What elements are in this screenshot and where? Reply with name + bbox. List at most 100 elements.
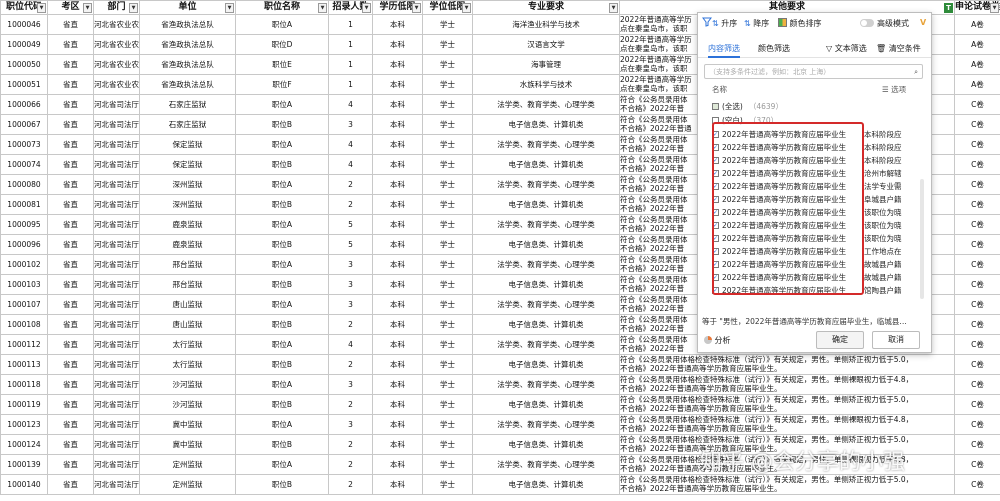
cell-position[interactable]: 职位A bbox=[235, 254, 329, 275]
advanced-mode-toggle[interactable] bbox=[860, 19, 874, 27]
cell-department[interactable]: 河北省司法厅 bbox=[93, 214, 140, 235]
cell-major[interactable]: 法学类、教育学类、心理学类 bbox=[472, 334, 620, 355]
cell-department[interactable]: 河北省司法厅 bbox=[93, 154, 140, 175]
cell-position[interactable]: 职位B bbox=[235, 474, 329, 495]
cell-code[interactable]: 1000102 bbox=[0, 254, 48, 275]
cell-area[interactable]: 省直 bbox=[47, 214, 94, 235]
cell-degree[interactable]: 学士 bbox=[422, 214, 473, 235]
cell-position[interactable]: 职位B bbox=[235, 154, 329, 175]
filter-dropdown-icon[interactable]: ▼ bbox=[609, 3, 618, 13]
cell-area[interactable]: 省直 bbox=[47, 454, 94, 475]
cell-major[interactable]: 电子信息类、计算机类 bbox=[472, 234, 620, 255]
checkbox-checked[interactable]: ✓ bbox=[712, 144, 719, 151]
color-sort-button[interactable]: 颜色排序 bbox=[778, 18, 822, 29]
cell-degree[interactable]: 学士 bbox=[422, 54, 473, 75]
cell-unit[interactable]: 石家庄监狱 bbox=[139, 94, 236, 115]
cell-degree[interactable]: 学士 bbox=[422, 114, 473, 135]
cell-count[interactable]: 3 bbox=[328, 294, 373, 315]
list-item[interactable]: ✓ 2022年普通高等学历教育应届毕业生 沧州市解辖 bbox=[704, 168, 916, 180]
checkbox-checked[interactable]: ✓ bbox=[712, 157, 719, 164]
column-header[interactable]: 部门 ▼ bbox=[93, 0, 140, 15]
cell-count[interactable]: 4 bbox=[328, 94, 373, 115]
cell-count[interactable]: 4 bbox=[328, 134, 373, 155]
cell-department[interactable]: 河北省司法厅 bbox=[93, 174, 140, 195]
checkbox-checked[interactable]: ✓ bbox=[712, 222, 719, 229]
cell-unit[interactable]: 省渔政执法总队 bbox=[139, 34, 236, 55]
cell-major[interactable]: 水族科学与技术 bbox=[472, 74, 620, 95]
filter-dropdown-icon[interactable]: ▼ bbox=[990, 3, 999, 13]
cell-education[interactable]: 本科 bbox=[372, 194, 423, 215]
cell-unit[interactable]: 深州监狱 bbox=[139, 174, 236, 195]
cell-paper-type[interactable]: C卷 bbox=[954, 434, 1000, 455]
text-filter-button[interactable]: ▽ 文本筛选 bbox=[826, 43, 867, 54]
cell-department[interactable]: 河北省司法厅 bbox=[93, 374, 140, 395]
cell-major[interactable]: 电子信息类、计算机类 bbox=[472, 434, 620, 455]
cell-paper-type[interactable]: C卷 bbox=[954, 374, 1000, 395]
cell-code[interactable]: 1000051 bbox=[0, 74, 48, 95]
list-item[interactable]: ✓ 2022年普通高等学历教育应届毕业生 阜城县户籍 bbox=[704, 194, 916, 206]
cell-education[interactable]: 本科 bbox=[372, 54, 423, 75]
cell-unit[interactable]: 省渔政执法总队 bbox=[139, 54, 236, 75]
cell-code[interactable]: 1000050 bbox=[0, 54, 48, 75]
cell-position[interactable]: 职位B bbox=[235, 194, 329, 215]
tab-color-filter[interactable]: 颜色筛选 bbox=[758, 43, 790, 54]
cell-position[interactable]: 职位A bbox=[235, 454, 329, 475]
cell-position[interactable]: 职位B bbox=[235, 354, 329, 375]
cell-degree[interactable]: 学士 bbox=[422, 254, 473, 275]
cell-code[interactable]: 1000124 bbox=[0, 434, 48, 455]
cell-count[interactable]: 1 bbox=[328, 74, 373, 95]
cell-education[interactable]: 本科 bbox=[372, 314, 423, 335]
cell-major[interactable]: 海洋渔业科学与技术 bbox=[472, 14, 620, 35]
filter-active-icon[interactable]: T bbox=[944, 3, 953, 13]
cell-count[interactable]: 2 bbox=[328, 174, 373, 195]
cell-area[interactable]: 省直 bbox=[47, 314, 94, 335]
cell-paper-type[interactable]: A卷 bbox=[954, 34, 1000, 55]
cell-code[interactable]: 1000081 bbox=[0, 194, 48, 215]
cell-unit[interactable]: 冀中监狱 bbox=[139, 434, 236, 455]
cell-count[interactable]: 2 bbox=[328, 394, 373, 415]
cell-position[interactable]: 职位D bbox=[235, 34, 329, 55]
cell-count[interactable]: 2 bbox=[328, 194, 373, 215]
cell-area[interactable]: 省直 bbox=[47, 354, 94, 375]
cell-education[interactable]: 本科 bbox=[372, 34, 423, 55]
checkbox-checked[interactable]: ✓ bbox=[712, 196, 719, 203]
cell-unit[interactable]: 鹿泉监狱 bbox=[139, 214, 236, 235]
cell-major[interactable]: 法学类、教育学类、心理学类 bbox=[472, 294, 620, 315]
cell-area[interactable]: 省直 bbox=[47, 154, 94, 175]
cell-area[interactable]: 省直 bbox=[47, 114, 94, 135]
cell-education[interactable]: 本科 bbox=[372, 434, 423, 455]
cell-code[interactable]: 1000074 bbox=[0, 154, 48, 175]
cell-education[interactable]: 本科 bbox=[372, 254, 423, 275]
cell-major[interactable]: 海事管理 bbox=[472, 54, 620, 75]
cell-department[interactable]: 河北省司法厅 bbox=[93, 294, 140, 315]
filter-dropdown-icon[interactable]: ▼ bbox=[462, 3, 471, 13]
cell-major[interactable]: 法学类、教育学类、心理学类 bbox=[472, 134, 620, 155]
cell-count[interactable]: 2 bbox=[328, 314, 373, 335]
cell-unit[interactable]: 沙河监狱 bbox=[139, 394, 236, 415]
ok-button[interactable]: 确定 bbox=[816, 331, 864, 349]
checkbox-checked[interactable]: ✓ bbox=[712, 235, 719, 242]
cell-position[interactable]: 职位A bbox=[235, 14, 329, 35]
list-item[interactable]: ✓ 2022年普通高等学历教育应届毕业生 本科阶段应 bbox=[704, 129, 916, 141]
cell-area[interactable]: 省直 bbox=[47, 134, 94, 155]
cell-paper-type[interactable]: C卷 bbox=[954, 314, 1000, 335]
cell-position[interactable]: 职位A bbox=[235, 214, 329, 235]
checkbox-checked[interactable]: ✓ bbox=[712, 131, 719, 138]
list-item[interactable]: ✓ 2022年普通高等学历教育应届毕业生 法学专业需 bbox=[704, 181, 916, 193]
cell-education[interactable]: 本科 bbox=[372, 334, 423, 355]
cell-position[interactable]: 职位F bbox=[235, 74, 329, 95]
column-header[interactable]: 职位名称 ▼ bbox=[235, 0, 329, 15]
cell-unit[interactable]: 冀中监狱 bbox=[139, 414, 236, 435]
cell-paper-type[interactable]: C卷 bbox=[954, 414, 1000, 435]
cell-other-requirements[interactable]: 符合《公务员录用体格检查特殊标准（试行）》有关规定，男性。单侧裸眼视力低于4.8… bbox=[619, 414, 955, 435]
cell-area[interactable]: 省直 bbox=[47, 434, 94, 455]
cell-major[interactable]: 电子信息类、计算机类 bbox=[472, 154, 620, 175]
cell-other-requirements[interactable]: 符合《公务员录用体格检查特殊标准（试行）》有关规定，男性。单侧矫正视力低于5.0… bbox=[619, 354, 955, 375]
cell-major[interactable]: 电子信息类、计算机类 bbox=[472, 314, 620, 335]
cell-area[interactable]: 省直 bbox=[47, 34, 94, 55]
cell-code[interactable]: 1000112 bbox=[0, 334, 48, 355]
checkbox-checked[interactable]: ✓ bbox=[712, 287, 719, 294]
cell-degree[interactable]: 学士 bbox=[422, 374, 473, 395]
cell-education[interactable]: 本科 bbox=[372, 274, 423, 295]
filter-dropdown-icon[interactable]: ▼ bbox=[318, 3, 327, 13]
